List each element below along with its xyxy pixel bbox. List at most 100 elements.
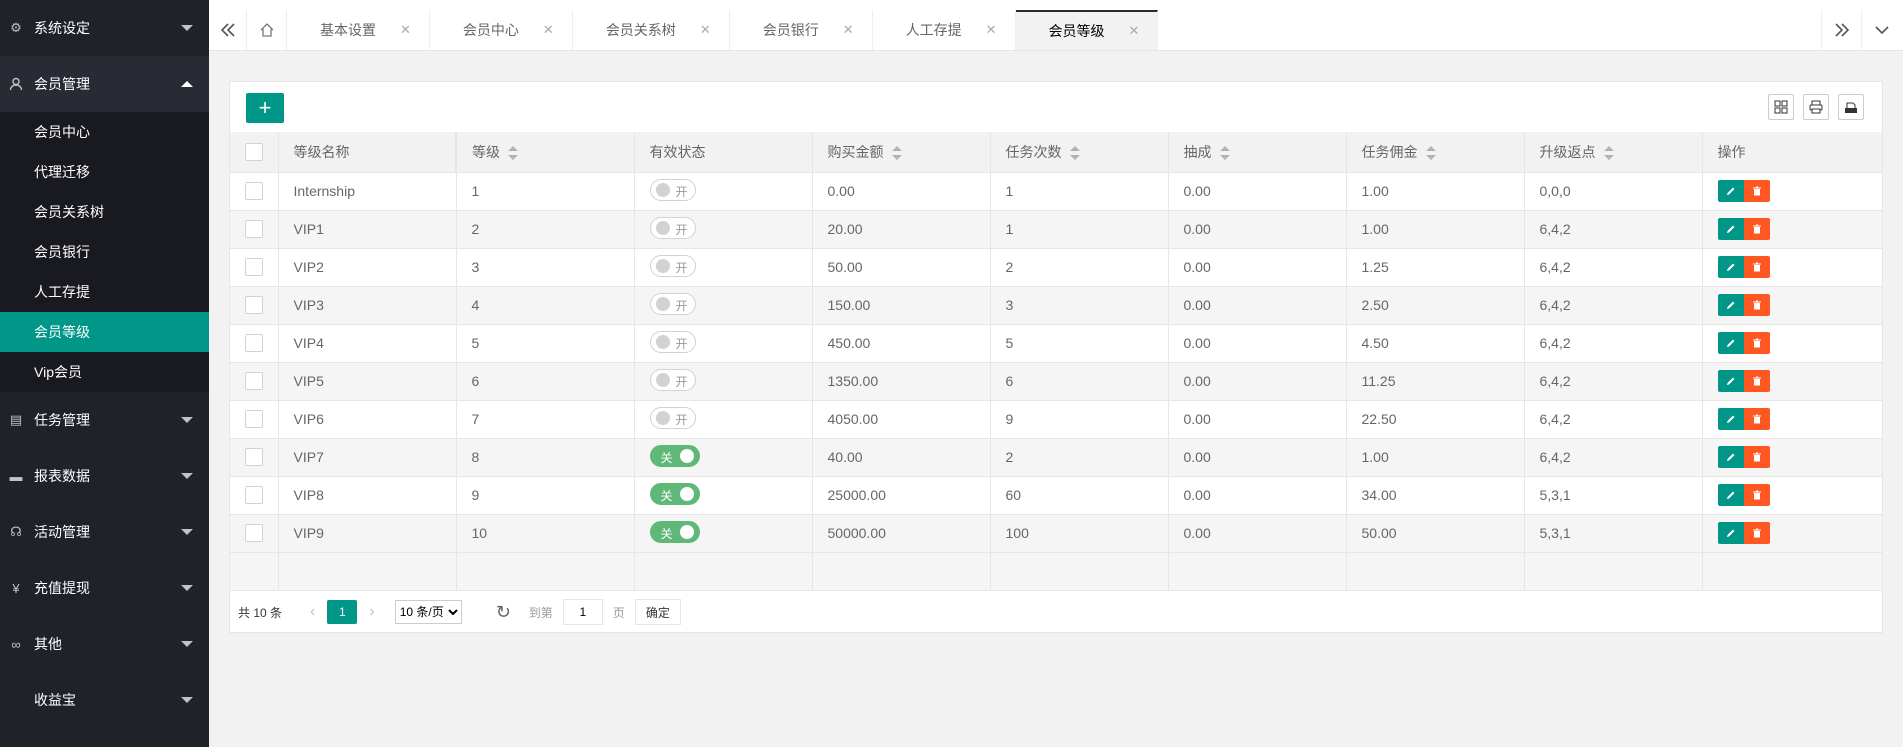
edit-button[interactable]	[1717, 218, 1744, 240]
chevron-down-icon	[181, 25, 193, 31]
row-checkbox[interactable]	[244, 448, 263, 467]
row-checkbox[interactable]	[244, 220, 263, 239]
sort-icon[interactable]	[1069, 146, 1080, 161]
current-page[interactable]: 1	[327, 600, 358, 624]
nav-member-management[interactable]: 会员管理	[0, 56, 209, 112]
status-toggle[interactable]: 开	[649, 178, 696, 201]
tab-member-center[interactable]: 会员中心 ✕	[430, 10, 573, 50]
sort-icon[interactable]	[508, 146, 518, 161]
table-row: VIP8 9 关 25000.00 60 0.00 34.00 5,3,1	[230, 476, 1883, 515]
close-icon[interactable]: ✕	[843, 22, 854, 38]
edit-button[interactable]	[1717, 484, 1744, 506]
sidebar-item-member-level[interactable]: 会员等级	[0, 312, 209, 352]
edit-button[interactable]	[1717, 294, 1744, 316]
row-checkbox[interactable]	[244, 524, 263, 543]
nav-yield-treasure[interactable]: 收益宝	[0, 672, 209, 728]
prev-page-icon[interactable]: ‹	[310, 603, 315, 621]
sidebar-item-manual-deposit[interactable]: 人工存提	[0, 272, 209, 312]
nav-activity-management[interactable]: ☊ 活动管理	[0, 504, 209, 560]
status-toggle[interactable]: 关	[649, 444, 700, 467]
row-checkbox[interactable]	[244, 296, 263, 315]
next-page-icon[interactable]: ›	[369, 603, 374, 621]
status-toggle[interactable]: 开	[649, 330, 696, 353]
delete-button[interactable]	[1743, 484, 1770, 506]
delete-button[interactable]	[1743, 446, 1770, 468]
row-checkbox[interactable]	[244, 334, 263, 353]
close-icon[interactable]: ✕	[543, 22, 554, 38]
row-checkbox[interactable]	[244, 258, 263, 277]
status-toggle[interactable]: 关	[649, 520, 700, 543]
edit-button[interactable]	[1717, 256, 1744, 278]
edit-button[interactable]	[1717, 446, 1744, 468]
sort-icon[interactable]	[1603, 146, 1614, 161]
tab-member-level[interactable]: 会员等级 ✕	[1015, 10, 1159, 50]
status-toggle[interactable]: 关	[649, 482, 700, 505]
export-button[interactable]	[1838, 94, 1864, 120]
tab-basic-settings[interactable]: 基本设置 ✕	[287, 10, 430, 50]
sidebar-item-vip-member[interactable]: Vip会员	[0, 352, 209, 392]
delete-button[interactable]	[1743, 256, 1770, 278]
close-icon[interactable]: ✕	[986, 22, 997, 38]
delete-button[interactable]	[1743, 332, 1770, 354]
col-rebate[interactable]: 升级返点	[1524, 132, 1703, 173]
scroll-left-button[interactable]	[209, 10, 247, 50]
delete-button[interactable]	[1743, 522, 1770, 544]
sort-icon[interactable]	[1425, 146, 1436, 161]
scroll-right-button[interactable]	[1821, 10, 1861, 50]
tab-menu-button[interactable]	[1861, 10, 1901, 50]
add-button[interactable]: +	[246, 93, 284, 123]
row-checkbox[interactable]	[244, 410, 263, 429]
sort-icon[interactable]	[1219, 146, 1230, 161]
col-tasks[interactable]: 任务次数	[990, 132, 1169, 173]
tab-member-bank[interactable]: 会员银行 ✕	[730, 10, 873, 50]
jump-confirm-button[interactable]: 确定	[634, 599, 681, 625]
row-checkbox[interactable]	[244, 372, 263, 391]
status-toggle[interactable]: 开	[649, 368, 696, 391]
status-toggle[interactable]: 开	[649, 406, 696, 429]
delete-button[interactable]	[1743, 218, 1770, 240]
select-all-checkbox[interactable]	[244, 142, 263, 161]
sidebar-item-member-center[interactable]: 会员中心	[0, 112, 209, 152]
sidebar-item-member-tree[interactable]: 会员关系树	[0, 192, 209, 232]
tab-manual-deposit[interactable]: 人工存提 ✕	[873, 10, 1016, 50]
close-icon[interactable]: ✕	[400, 22, 411, 38]
toggle-knob	[655, 410, 670, 425]
chevron-down-icon	[181, 697, 193, 703]
status-toggle[interactable]: 开	[649, 292, 696, 315]
col-level[interactable]: 等级	[455, 132, 635, 173]
nav-recharge-withdraw[interactable]: ¥ 充值提现	[0, 560, 209, 616]
table-header-row: 等级名称 等级 有效状态 购买金额 任务次数 抽成 任务佣金 升级返点 操作	[230, 132, 1883, 173]
row-checkbox[interactable]	[244, 182, 263, 201]
delete-button[interactable]	[1743, 294, 1770, 316]
status-toggle[interactable]: 开	[649, 254, 696, 277]
edit-button[interactable]	[1717, 408, 1744, 430]
tab-member-tree[interactable]: 会员关系树 ✕	[573, 10, 730, 50]
close-icon[interactable]: ✕	[700, 22, 711, 38]
nav-task-management[interactable]: ▤ 任务管理	[0, 392, 209, 448]
col-amount[interactable]: 购买金额	[812, 132, 991, 173]
sort-icon[interactable]	[891, 146, 902, 161]
col-task-fee[interactable]: 任务佣金	[1346, 132, 1525, 173]
delete-button[interactable]	[1743, 370, 1770, 392]
edit-button[interactable]	[1717, 370, 1744, 392]
row-checkbox[interactable]	[244, 486, 263, 505]
nav-report-data[interactable]: ▬ 报表数据	[0, 448, 209, 504]
home-tab[interactable]	[247, 10, 287, 50]
print-button[interactable]	[1803, 94, 1829, 120]
edit-button[interactable]	[1717, 180, 1744, 202]
nav-system-settings[interactable]: ⚙ 系统设定	[0, 0, 209, 56]
columns-filter-button[interactable]	[1768, 94, 1794, 120]
delete-button[interactable]	[1743, 180, 1770, 202]
col-commission[interactable]: 抽成	[1168, 132, 1347, 173]
jump-page-input[interactable]	[562, 599, 603, 625]
delete-button[interactable]	[1743, 408, 1770, 430]
edit-button[interactable]	[1717, 522, 1744, 544]
sidebar-item-member-bank[interactable]: 会员银行	[0, 232, 209, 272]
close-icon[interactable]: ✕	[1129, 23, 1140, 39]
refresh-icon[interactable]: ↻	[496, 602, 511, 623]
status-toggle[interactable]: 开	[649, 216, 696, 239]
page-size-select[interactable]: 10 条/页	[394, 600, 462, 624]
sidebar-item-agent-migration[interactable]: 代理迁移	[0, 152, 209, 192]
nav-other[interactable]: ∞ 其他	[0, 616, 209, 672]
edit-button[interactable]	[1717, 332, 1744, 354]
